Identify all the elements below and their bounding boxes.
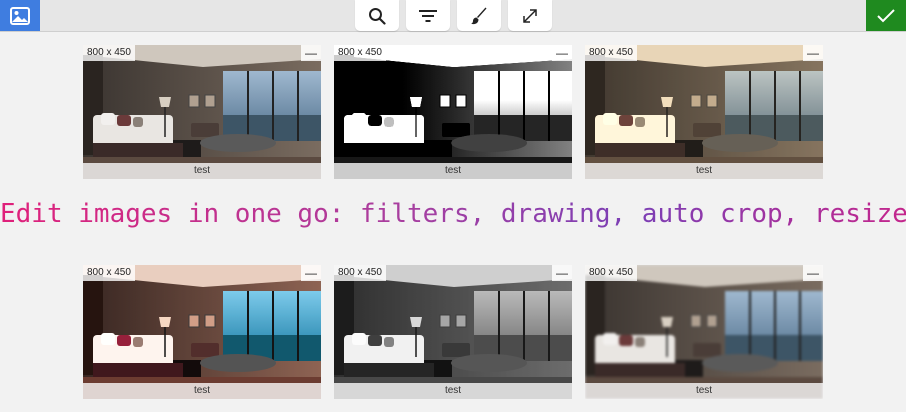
expand-icon	[523, 8, 537, 23]
image-size-label: 800 x 450	[334, 265, 386, 281]
image-caption: test	[83, 383, 321, 399]
remove-image-button[interactable]: —	[552, 45, 572, 61]
top-toolbar	[0, 0, 906, 32]
image-size-label: 800 x 450	[334, 45, 386, 61]
image-caption: test	[585, 383, 823, 399]
confirm-button[interactable]	[866, 0, 906, 31]
photo	[334, 265, 572, 399]
image-thumbnail[interactable]: 800 x 450 — test	[585, 45, 823, 179]
brush-icon	[471, 7, 487, 24]
image-thumbnail[interactable]: 800 x 450 — test	[334, 265, 572, 399]
brush-button[interactable]	[457, 0, 501, 31]
remove-image-button[interactable]: —	[552, 265, 572, 281]
search-button[interactable]	[355, 0, 399, 31]
search-icon	[369, 7, 386, 25]
photo	[334, 45, 572, 179]
image-size-label: 800 x 450	[585, 265, 637, 281]
photo	[83, 265, 321, 399]
photo	[585, 265, 823, 399]
remove-image-button[interactable]: —	[301, 45, 321, 61]
filter-button[interactable]	[406, 0, 450, 31]
headline: Edit images in one go: filters, drawing,…	[0, 199, 906, 229]
remove-image-button[interactable]: —	[301, 265, 321, 281]
filter-icon	[419, 9, 437, 22]
image-gallery-icon[interactable]	[0, 0, 40, 31]
image-size-label: 800 x 450	[83, 265, 135, 281]
photo	[83, 45, 321, 179]
image-thumbnail[interactable]: 800 x 450 — test	[83, 265, 321, 399]
remove-image-button[interactable]: —	[803, 265, 823, 281]
image-caption: test	[83, 163, 321, 179]
image-size-label: 800 x 450	[83, 45, 135, 61]
photo	[585, 45, 823, 179]
resize-button[interactable]	[508, 0, 552, 31]
remove-image-button[interactable]: —	[803, 45, 823, 61]
image-caption: test	[334, 383, 572, 399]
image-caption: test	[585, 163, 823, 179]
checkmark-icon	[877, 8, 895, 22]
image-caption: test	[334, 163, 572, 179]
image-thumbnail[interactable]: 800 x 450 — test	[334, 45, 572, 179]
image-thumbnail[interactable]: 800 x 450 — test	[83, 45, 321, 179]
image-thumbnail[interactable]: 800 x 450 — test	[585, 265, 823, 399]
image-size-label: 800 x 450	[585, 45, 637, 61]
